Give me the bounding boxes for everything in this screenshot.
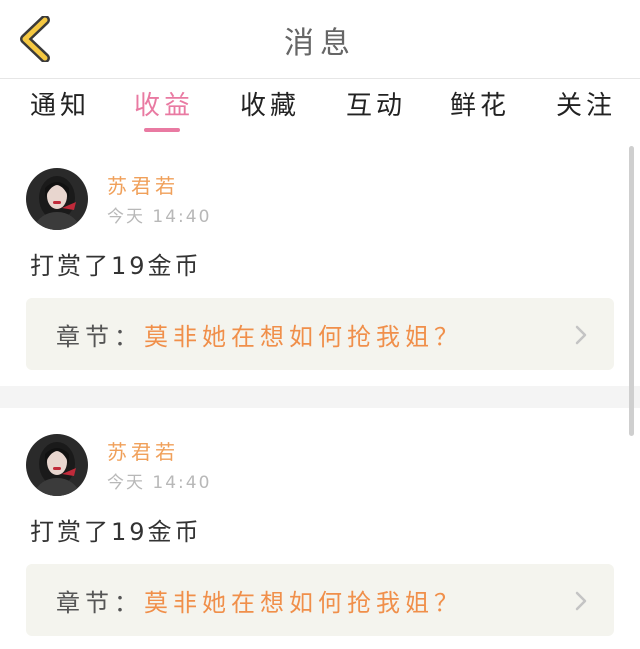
tab-bar: 通知 收益 收藏 互动 鲜花 关注 xyxy=(0,79,640,137)
reward-text: 打赏了19金币 xyxy=(30,252,202,280)
user-avatar[interactable] xyxy=(26,434,88,496)
tab-flowers[interactable]: 鲜花 xyxy=(450,85,510,122)
chevron-right-icon xyxy=(575,325,587,345)
tab-interactions[interactable]: 互动 xyxy=(346,85,406,122)
active-tab-indicator xyxy=(144,128,180,132)
chapter-label: 章节： xyxy=(56,323,143,351)
tab-following[interactable]: 关注 xyxy=(556,85,616,122)
page-title: 消息 xyxy=(284,26,356,61)
chapter-link[interactable]: 章节： 莫非她在想如何抢我姐？ xyxy=(26,564,614,636)
chapter-link[interactable]: 章节： 莫非她在想如何抢我姐？ xyxy=(26,298,614,370)
message-time: 今天 14:40 xyxy=(107,473,212,493)
chapter-label: 章节： xyxy=(56,589,143,617)
header-bar: 消息 xyxy=(0,0,640,79)
user-avatar[interactable] xyxy=(26,168,88,230)
chevron-right-icon xyxy=(575,591,587,611)
user-name[interactable]: 苏君若 xyxy=(107,170,179,199)
tab-earnings[interactable]: 收益 xyxy=(134,85,194,122)
reward-text: 打赏了19金币 xyxy=(30,518,202,546)
tab-favorites[interactable]: 收藏 xyxy=(240,85,300,122)
message-card: 苏君若 今天 14:40 打赏了19金币 章节： 莫非她在想如何抢我姐？ xyxy=(0,406,640,649)
section-divider xyxy=(0,386,640,408)
chapter-title: 莫非她在想如何抢我姐？ xyxy=(144,589,463,617)
tab-notifications[interactable]: 通知 xyxy=(30,85,90,122)
message-time: 今天 14:40 xyxy=(107,207,212,227)
chapter-title: 莫非她在想如何抢我姐？ xyxy=(144,323,463,351)
scrollbar[interactable] xyxy=(629,146,634,436)
user-name[interactable]: 苏君若 xyxy=(107,436,179,465)
message-list[interactable]: 苏君若 今天 14:40 打赏了19金币 章节： 莫非她在想如何抢我姐？ 苏君若 xyxy=(0,140,640,649)
message-card: 苏君若 今天 14:40 打赏了19金币 章节： 莫非她在想如何抢我姐？ xyxy=(0,140,640,390)
